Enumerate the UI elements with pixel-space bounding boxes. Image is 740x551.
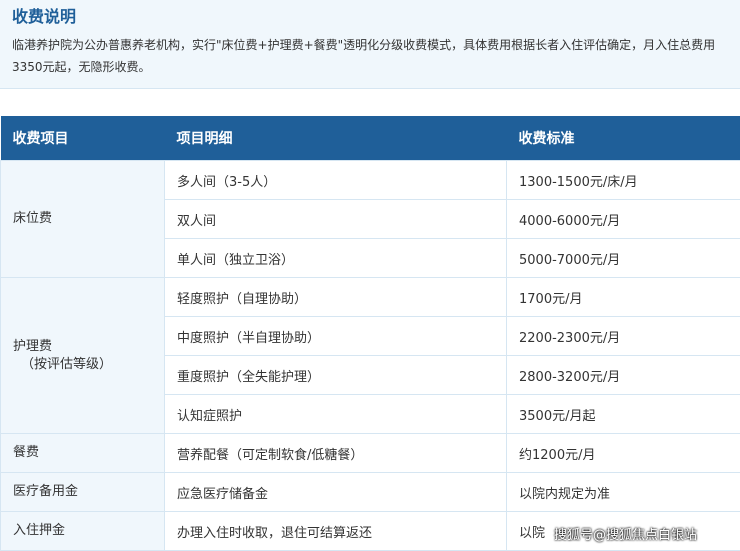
category-label: 餐费 [13, 445, 40, 460]
detail-cell: 认知症照护 [164, 394, 507, 434]
detail-cell: 中度照护（半自理协助） [164, 316, 507, 356]
price-cell: 5000-7000元/月 [506, 238, 740, 278]
price-cell: 1700元/月 [506, 277, 740, 317]
detail-cell: 双人间 [164, 199, 507, 239]
detail-cell: 应急医疗储备金 [164, 472, 507, 512]
price-cell: 3500元/月起 [506, 394, 740, 434]
table-row: 餐费 营养配餐（可定制软食/低糖餐） 约1200元/月 [0, 433, 740, 473]
header-item-detail: 项目明细 [164, 116, 507, 161]
category-sublabel: （按评估等级） [21, 356, 113, 372]
category-cell: 餐费 [0, 433, 165, 473]
price-cell: 约1200元/月 [506, 433, 740, 473]
fee-intro-text: 临港养护院为公办普惠养老机构，实行"床位费+护理费+餐费"透明化分级收费模式，具… [12, 38, 716, 74]
category-cell: 床位费 [0, 160, 165, 278]
category-cell: 入住押金 [0, 511, 165, 551]
header-fee-item: 收费项目 [0, 116, 165, 161]
detail-cell: 轻度照护（自理协助） [164, 277, 507, 317]
category-label: 医疗备用金 [13, 484, 79, 499]
category-label: 入住押金 [13, 523, 66, 538]
category-label: 床位费 [13, 211, 53, 226]
detail-cell: 单人间（独立卫浴） [164, 238, 507, 278]
price-cell: 2200-2300元/月 [506, 316, 740, 356]
table-row: 护理费 （按评估等级） 轻度照护（自理协助） 1700元/月 [0, 277, 740, 434]
table-row: 医疗备用金 应急医疗储备金 以院内规定为准 [0, 472, 740, 512]
category-cell: 护理费 （按评估等级） [0, 277, 165, 434]
category-label: 护理费 [13, 338, 53, 354]
fee-table-header: 收费项目 项目明细 收费标准 [0, 116, 740, 161]
price-cell: 1300-1500元/床/月 [506, 160, 740, 200]
fee-table: 收费项目 项目明细 收费标准 床位费 多人间（3-5人） 1300-1500元/… [0, 116, 740, 551]
category-cell: 医疗备用金 [0, 472, 165, 512]
source-watermark: 搜狐号@搜狐焦点白银站 [554, 528, 698, 543]
header-fee-standard: 收费标准 [506, 116, 740, 161]
price-cell: 以院内规定为准 [506, 472, 740, 512]
detail-cell: 营养配餐（可定制软食/低糖餐） [164, 433, 507, 473]
price-cell: 2800-3200元/月 [506, 355, 740, 395]
price-cell: 4000-6000元/月 [506, 199, 740, 239]
detail-cell: 重度照护（全失能护理） [164, 355, 507, 395]
fee-intro-title: 收费说明 [12, 7, 77, 26]
detail-cell: 办理入住时收取，退住可结算返还 [164, 511, 507, 551]
fee-intro-panel: 收费说明 临港养护院为公办普惠养老机构，实行"床位费+护理费+餐费"透明化分级收… [0, 0, 740, 89]
table-row: 床位费 多人间（3-5人） 1300-1500元/床/月 [0, 160, 740, 278]
detail-cell: 多人间（3-5人） [164, 160, 507, 200]
